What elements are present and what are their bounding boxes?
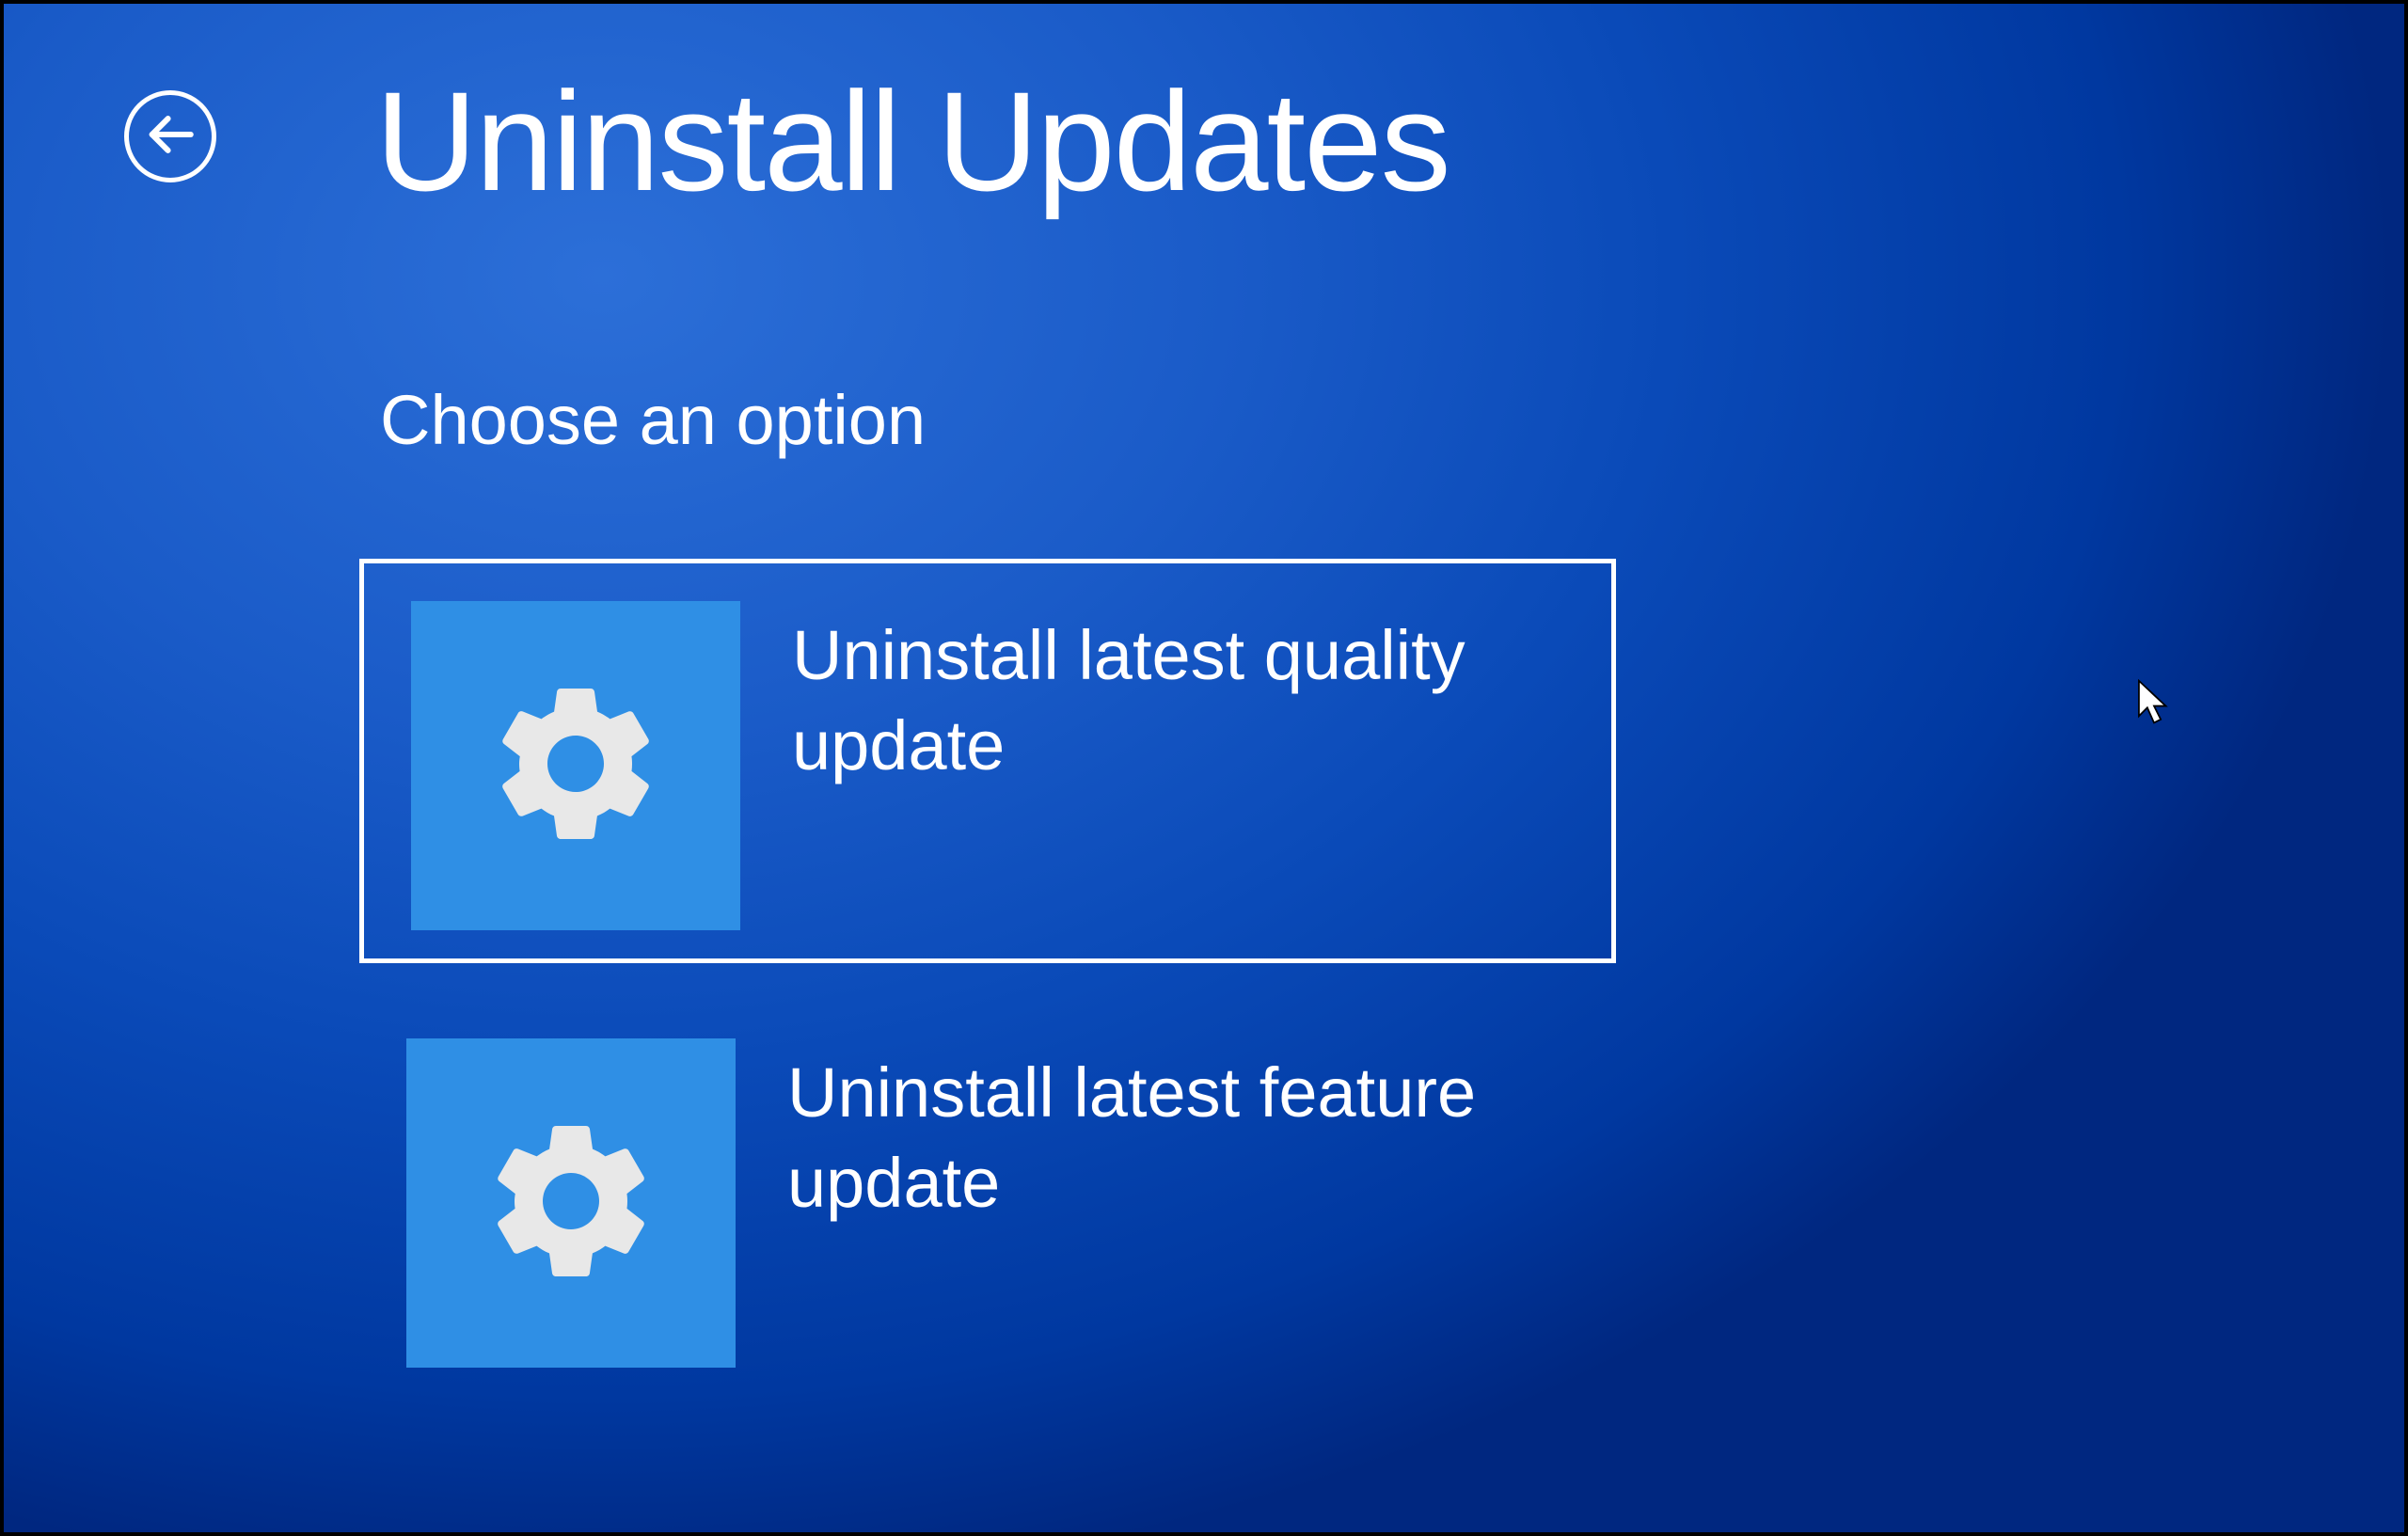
option-icon-box (411, 601, 740, 930)
gear-icon (482, 670, 670, 863)
gear-icon (477, 1107, 665, 1300)
choose-option-label: Choose an option (380, 380, 926, 460)
back-button[interactable] (124, 90, 216, 182)
page-title: Uninstall Updates (375, 60, 1450, 223)
mouse-cursor-icon (2137, 679, 2171, 726)
option-icon-box (406, 1038, 736, 1368)
arrow-left-icon (143, 107, 198, 166)
option-label: Uninstall latest feature update (787, 1048, 1559, 1228)
options-container: Uninstall latest quality update Uninstal… (359, 559, 1616, 1443)
uninstall-quality-update-tile[interactable]: Uninstall latest quality update (359, 559, 1616, 963)
option-label: Uninstall latest quality update (792, 610, 1563, 791)
uninstall-feature-update-tile[interactable]: Uninstall latest feature update (359, 1001, 1616, 1405)
